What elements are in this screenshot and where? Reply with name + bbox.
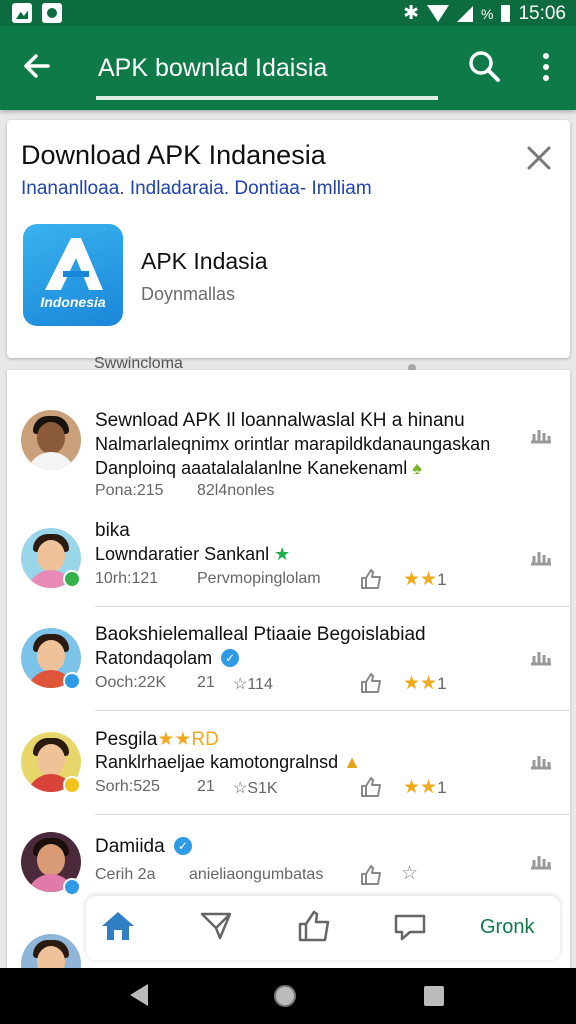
more-options-icon[interactable] bbox=[536, 50, 556, 84]
online-badge-icon bbox=[63, 570, 81, 588]
card-title: Download APK Indanesia bbox=[21, 140, 326, 170]
thumbs-up-icon[interactable] bbox=[359, 864, 383, 886]
item-title: Baokshielemalleal Ptiaaie Begoislabiad bbox=[95, 624, 426, 645]
item-meta: Sorh:525 bbox=[95, 778, 160, 795]
item-meta-secondary: 21 bbox=[197, 778, 215, 795]
rating-stars[interactable]: ☆ bbox=[401, 862, 418, 885]
app-notification-icon bbox=[42, 3, 62, 23]
item-line: Lowndaratier Sankanl ★ bbox=[95, 544, 290, 565]
leaf-icon: ♠ bbox=[412, 458, 422, 478]
search-icon[interactable] bbox=[466, 48, 502, 84]
wifi-icon bbox=[427, 5, 449, 22]
item-meta-tertiary: ☆S1K bbox=[233, 780, 278, 797]
item-line-text: Danploinq aaatalalalanlne Kanekenaml bbox=[95, 458, 408, 478]
battery-icon bbox=[501, 5, 511, 22]
item-meta-secondary: 21 bbox=[197, 674, 215, 691]
comment-list: Sewnload APK Il loannalwaslal KH a hinan… bbox=[7, 370, 570, 968]
rating-stars: ★★1 bbox=[403, 776, 447, 799]
verified-check-icon: ✓ bbox=[173, 837, 192, 855]
star-count: 1 bbox=[437, 674, 447, 693]
thumbs-up-icon[interactable] bbox=[359, 672, 383, 694]
stars-icon: ★★ bbox=[403, 777, 438, 798]
thumbs-up-icon[interactable] bbox=[359, 568, 383, 590]
clock: 15:06 bbox=[518, 2, 566, 24]
item-line-text: Ranklrhaeljae kamotongralnsd bbox=[95, 752, 339, 772]
chart-icon[interactable] bbox=[529, 750, 553, 770]
chat-icon[interactable] bbox=[390, 906, 430, 946]
chart-icon[interactable] bbox=[529, 546, 553, 566]
letter-a-logo-icon bbox=[45, 238, 103, 290]
divider bbox=[95, 814, 570, 815]
bell-icon: ▲ bbox=[343, 752, 361, 772]
item-line-text: Lowndaratier Sankanl bbox=[95, 544, 270, 564]
item-title: bika bbox=[95, 520, 130, 541]
nav-back-icon[interactable] bbox=[130, 984, 148, 1006]
chart-icon[interactable] bbox=[529, 646, 553, 666]
nav-home-icon[interactable] bbox=[274, 985, 296, 1007]
item-meta: Pona:215 bbox=[95, 482, 164, 499]
app-suggestion-card: Download APK Indanesia Inananlloaa. Indl… bbox=[7, 120, 570, 358]
verified-badge-icon bbox=[63, 878, 81, 896]
send-icon[interactable] bbox=[196, 906, 236, 946]
item-line: Danploinq aaatalalalanlne Kanekenaml ♠ bbox=[95, 458, 422, 479]
app-icon[interactable]: Indonesia bbox=[23, 224, 123, 326]
battery-label: % bbox=[481, 5, 494, 22]
level-badge-icon bbox=[63, 776, 81, 794]
app-bar: APK bownlad Idaisia bbox=[0, 26, 576, 110]
star-count: 1 bbox=[437, 778, 447, 797]
bluetooth-icon: ✱ bbox=[403, 3, 419, 24]
action-button[interactable]: Gronk bbox=[480, 916, 534, 939]
status-bar: ✱ % 15:06 bbox=[0, 0, 576, 26]
star-badge-icon: ★ bbox=[274, 544, 291, 564]
close-icon[interactable] bbox=[525, 144, 553, 172]
back-arrow-icon[interactable] bbox=[20, 50, 52, 82]
rating-stars: ★★1 bbox=[403, 568, 447, 591]
item-title: Sewnload APK Il loannalwaslal KH a hinan… bbox=[95, 410, 465, 431]
app-name[interactable]: APK Indasia bbox=[141, 248, 268, 275]
signal-icon bbox=[457, 5, 473, 22]
bottom-action-bar: Gronk bbox=[86, 896, 560, 960]
star-count: 1 bbox=[437, 570, 447, 589]
search-underline bbox=[96, 96, 438, 100]
home-icon[interactable] bbox=[98, 906, 138, 946]
item-meta: Cerih 2a bbox=[95, 866, 156, 883]
app-icon-brand-text: Indonesia bbox=[40, 294, 106, 310]
item-title: Damiida ✓ bbox=[95, 836, 192, 858]
verified-check-icon: ✓ bbox=[221, 649, 240, 667]
item-meta: Ooch:22K bbox=[95, 674, 167, 691]
divider bbox=[95, 710, 570, 711]
item-meta-secondary: Pervmopinglolam bbox=[197, 570, 321, 587]
item-line: Nalmarlaleqnimx orintlar marapildkdanaun… bbox=[95, 434, 491, 454]
system-nav-bar bbox=[0, 968, 576, 1024]
rating-stars: ★★1 bbox=[403, 672, 447, 695]
item-title-text: Damiida bbox=[95, 836, 165, 857]
app-developer: Doynmallas bbox=[141, 284, 236, 304]
search-query-input[interactable]: APK bownlad Idaisia bbox=[98, 54, 327, 83]
item-line-text: Ratondaqolam bbox=[95, 648, 213, 668]
item-meta-secondary: 82l4nonles bbox=[197, 482, 275, 499]
thumbs-up-icon[interactable] bbox=[359, 776, 383, 798]
chart-icon[interactable] bbox=[529, 850, 553, 870]
avatar[interactable] bbox=[21, 410, 81, 470]
stars-icon: ★★ bbox=[403, 569, 438, 590]
item-line: Ratondaqolam ✓ bbox=[95, 648, 240, 669]
stars-icon: ★★ bbox=[403, 673, 438, 694]
item-title: Pesgila★★RD bbox=[95, 728, 219, 751]
item-meta-secondary: anieliaongumbatas bbox=[189, 866, 324, 883]
item-title-text: Pesgila bbox=[95, 729, 158, 750]
avatar[interactable] bbox=[21, 934, 81, 968]
item-line: Ranklrhaeljae kamotongralnsd ▲ bbox=[95, 752, 361, 773]
card-subtitle-link[interactable]: Inananlloaa. Indladaraia. Dontiaa- Imlli… bbox=[21, 178, 372, 200]
title-suffix: ★★RD bbox=[157, 729, 219, 750]
chart-icon[interactable] bbox=[529, 424, 553, 444]
thumbs-up-icon[interactable] bbox=[294, 906, 334, 946]
divider bbox=[95, 606, 570, 607]
image-notification-icon bbox=[12, 3, 32, 23]
item-meta: 10rh:121 bbox=[95, 570, 159, 587]
item-meta-tertiary: ☆114 bbox=[233, 676, 273, 693]
verified-badge-icon bbox=[63, 672, 81, 690]
nav-recents-icon[interactable] bbox=[424, 986, 444, 1006]
